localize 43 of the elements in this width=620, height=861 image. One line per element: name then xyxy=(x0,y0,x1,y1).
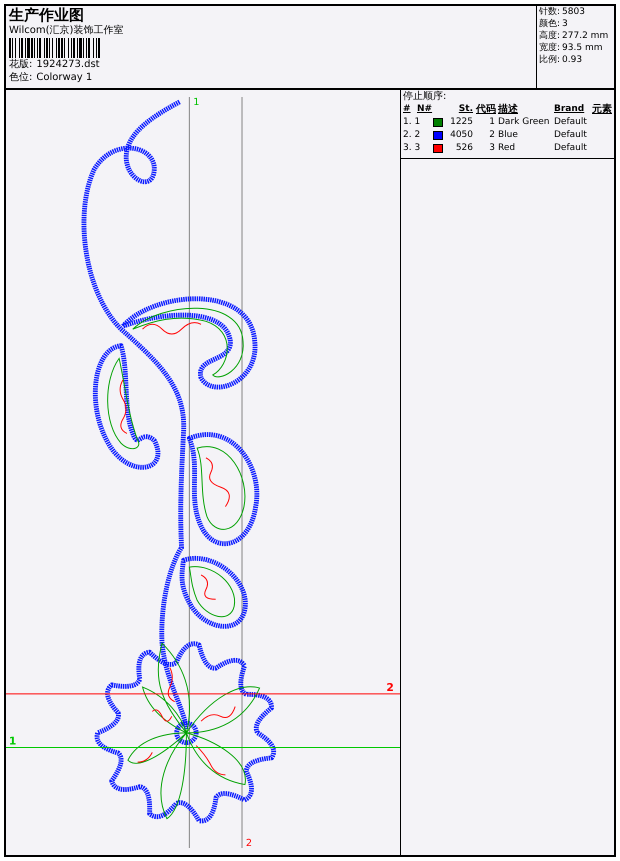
table-cell-text: 2. 2 xyxy=(403,129,422,142)
stat-label: 宽度: xyxy=(539,42,560,54)
table-cell-text: 526 xyxy=(454,142,474,155)
stat-label: 比例: xyxy=(539,54,560,66)
stop-sequence-title: 停止顺序: xyxy=(402,90,448,103)
stat-label: 针数: xyxy=(539,6,560,18)
table-cell-text: 3 xyxy=(488,142,496,155)
guide-label: 2 xyxy=(386,680,394,694)
table-cell-text: 2 xyxy=(488,129,496,142)
design-file-value: 1924273.dst xyxy=(36,59,100,72)
table-cell-text: Blue xyxy=(498,129,519,142)
column-header: 描述 xyxy=(498,103,519,116)
stat-value: 0.93 xyxy=(562,54,582,66)
table-cell-text: Default xyxy=(554,129,588,142)
column-header: # xyxy=(403,103,412,116)
table-cell-text: 4050 xyxy=(449,129,474,142)
design-label: 花版: xyxy=(9,59,32,72)
colorway-label: 色位: xyxy=(9,72,32,84)
stat-value: 277.2 mm xyxy=(562,30,608,42)
sheet-title: 生产作业图 xyxy=(9,6,85,24)
studio-name: Wilcom(汇京)装饰工作室 xyxy=(9,24,124,38)
table-cell-text: 1225 xyxy=(449,116,474,129)
stat-value: 3 xyxy=(562,18,568,30)
table-cell-text: Default xyxy=(554,116,588,129)
table-cell-text: 3. 3 xyxy=(403,142,422,155)
stat-value: 93.5 mm xyxy=(562,42,602,54)
colorway-value: Colorway 1 xyxy=(36,72,92,84)
stat-value: 5803 xyxy=(562,6,585,18)
column-header: 元素 xyxy=(592,103,612,116)
column-header: St. xyxy=(458,103,474,116)
table-cell-text: Red xyxy=(498,142,516,155)
column-header: Brand xyxy=(554,103,586,116)
column-header: 代码 xyxy=(476,103,497,116)
guide-label: 1 xyxy=(8,734,16,748)
stat-label: 颜色: xyxy=(539,18,560,30)
table-cell-text: 1 xyxy=(488,116,496,129)
table-cell-text: Default xyxy=(554,142,588,155)
stat-label: 高度: xyxy=(539,30,560,42)
table-cell-text: Dark Green xyxy=(498,116,550,129)
guide-label: 1 xyxy=(193,96,200,108)
table-cell-text: 1. 1 xyxy=(403,116,422,129)
guide-label: 2 xyxy=(246,838,252,850)
column-header: N# xyxy=(417,103,434,116)
